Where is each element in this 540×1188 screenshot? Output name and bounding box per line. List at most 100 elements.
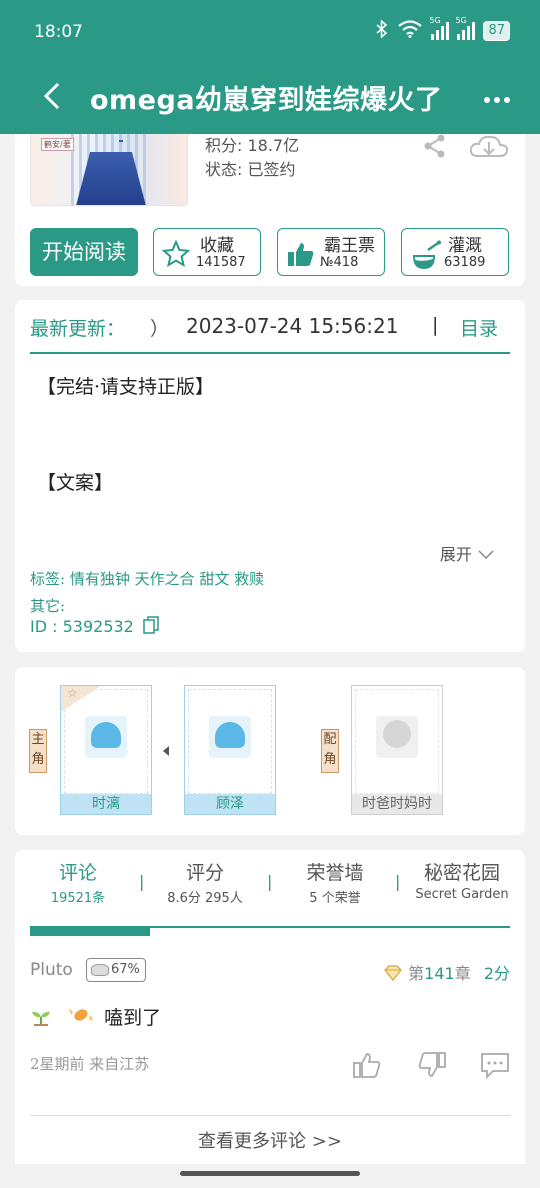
home-indicator[interactable] [180, 1171, 360, 1176]
latest-update-card: 最新更新： ） 2023-07-24 15:56:21 | 目录 【完结·请支持… [15, 300, 525, 652]
tab-title: 荣誉墙 [306, 862, 364, 884]
clock: 18:07 [34, 22, 83, 42]
latest-update-label: 最新更新： [30, 318, 126, 340]
tab-secret-garden[interactable]: 秘密花园 Secret Garden [409, 858, 515, 902]
cellular-signal-icon-2: 5G [455, 16, 476, 40]
pairing-arrow-icon [163, 746, 169, 756]
description-line-2: 【文案】 [37, 472, 114, 494]
ingot-icon [91, 964, 109, 976]
start-reading-button[interactable]: 开始阅读 [30, 228, 138, 276]
info-icon-group [422, 134, 510, 164]
status-bar: 18:07 5G 5G 87 [0, 0, 540, 62]
like-button[interactable] [352, 1051, 382, 1079]
view-more-comments-link[interactable]: 查看更多评论 >> [15, 1127, 525, 1153]
battery-icon: 87 [483, 21, 510, 41]
chevron-left-icon [43, 82, 60, 110]
top-app-bar: omega幼崽穿到娃综爆火了 [0, 62, 540, 134]
star-icon [162, 240, 190, 268]
nutrient-count: 63189 [444, 255, 486, 270]
thumbs-up-icon [288, 243, 314, 266]
book-id-text: ID : 5392532 [30, 617, 134, 636]
chapter-number: 141 [424, 964, 455, 983]
tab-subtitle: 5 个荣誉 [309, 891, 361, 906]
characters-card: 主角 ☆ 时漓 顾泽 配角 时爸时妈时 [15, 667, 525, 835]
character-card-3[interactable]: 时爸时妈时 [351, 685, 443, 815]
tab-title: 评论 [58, 862, 97, 884]
chevron-down-icon [478, 550, 494, 560]
more-dots-icon [484, 97, 510, 103]
character-name: 顾泽 [185, 794, 275, 814]
comment-meta: 2星期前 来自江苏 [30, 1055, 150, 1073]
candy-icon [69, 1008, 94, 1022]
tab-honor-wall[interactable]: 荣誉墙 5 个荣誉 [285, 858, 385, 906]
wifi-icon [397, 20, 423, 42]
bluetooth-icon [375, 19, 389, 42]
collect-label: 收藏 [200, 236, 234, 256]
fan-level-value: 67% [111, 962, 140, 977]
description-line-1: 【完结·请支持正版】 [37, 376, 215, 398]
update-header: 最新更新： ） 2023-07-24 15:56:21 | 目录 [30, 312, 510, 354]
dislike-button[interactable] [417, 1051, 447, 1079]
chapter-prefix: 第 [408, 964, 425, 983]
back-button[interactable] [40, 76, 70, 116]
fan-level-badge: 67% [86, 958, 146, 982]
diamond-icon [384, 965, 402, 982]
tab-title: 评分 [185, 862, 224, 884]
id-line: ID : 5392532 [30, 616, 159, 636]
overlord-ticket-rank: №418 [320, 255, 359, 270]
character-name: 时漓 [61, 794, 151, 814]
character-card-2[interactable]: 顾泽 [184, 685, 276, 815]
cover-author-tag: 鹤安/著 [41, 138, 74, 151]
tab-divider: | [139, 872, 145, 891]
tab-subtitle: Secret Garden [415, 887, 509, 902]
nutrient-label: 灌溉 [448, 236, 482, 256]
copy-icon[interactable] [143, 616, 159, 634]
tab-subtitle: 8.6分 295人 [167, 891, 243, 906]
comment-score: 2分 [483, 964, 510, 983]
update-paren: ） [150, 318, 170, 340]
cloud-download-icon [469, 135, 509, 157]
page-title: omega幼崽穿到娃综爆火了 [90, 85, 443, 116]
other-line: 其它: [30, 597, 66, 615]
more-menu-button[interactable] [484, 82, 510, 112]
cellular-signal-icon: 5G [429, 16, 450, 40]
tab-divider: | [267, 872, 273, 891]
comment-body: 嗑到了 [30, 1003, 161, 1030]
download-button[interactable] [468, 134, 510, 164]
table-of-contents-link[interactable]: 目录 [460, 314, 498, 341]
character-avatar [85, 716, 127, 758]
book-info-card: 鹤安/著 积分: 18.7亿 状态: 已签约 开始阅读 收藏 141587 霸王… [15, 134, 525, 286]
share-icon [424, 134, 445, 158]
score-text: 积分: 18.7亿 [205, 136, 300, 155]
supporting-character-tag: 配角 [321, 729, 339, 773]
tab-divider: | [395, 872, 401, 891]
character-avatar [209, 716, 251, 758]
character-avatar [376, 716, 418, 758]
watering-flask-icon [412, 240, 441, 270]
character-card-1[interactable]: ☆ 时漓 [60, 685, 152, 815]
expand-button[interactable]: 展开 [440, 541, 495, 565]
tab-subtitle: 19521条 [50, 891, 106, 906]
reply-button[interactable] [479, 1051, 511, 1079]
expand-label: 展开 [439, 545, 472, 564]
active-tab-indicator [30, 926, 150, 936]
tags-line: 标签: 情有独钟 天作之合 甜文 救赎 [30, 570, 265, 588]
share-button[interactable] [422, 134, 448, 164]
comment-username[interactable]: Pluto [30, 960, 73, 980]
status-icons: 5G 5G 87 [375, 16, 510, 42]
status-text: 状态: 已签约 [205, 160, 296, 179]
collect-button[interactable]: 收藏 141587 [153, 228, 261, 276]
comment-chapter-info: 第141章 2分 [383, 960, 510, 984]
collect-count: 141587 [196, 255, 246, 270]
overlord-ticket-button[interactable]: 霸王票 №418 [277, 228, 385, 276]
update-datetime: 2023-07-24 15:56:21 [186, 314, 399, 338]
tab-comments[interactable]: 评论 19521条 [35, 858, 121, 906]
book-cover-image[interactable]: 鹤安/著 [30, 134, 188, 206]
nutrient-button[interactable]: 灌溉 63189 [401, 228, 509, 276]
comment-text: 嗑到了 [104, 1007, 162, 1029]
update-separator: | [432, 314, 439, 336]
character-name: 时爸时妈时 [352, 794, 442, 814]
star-icon: ☆ [67, 686, 78, 700]
divider [30, 1115, 510, 1116]
tab-ratings[interactable]: 评分 8.6分 295人 [155, 858, 255, 906]
